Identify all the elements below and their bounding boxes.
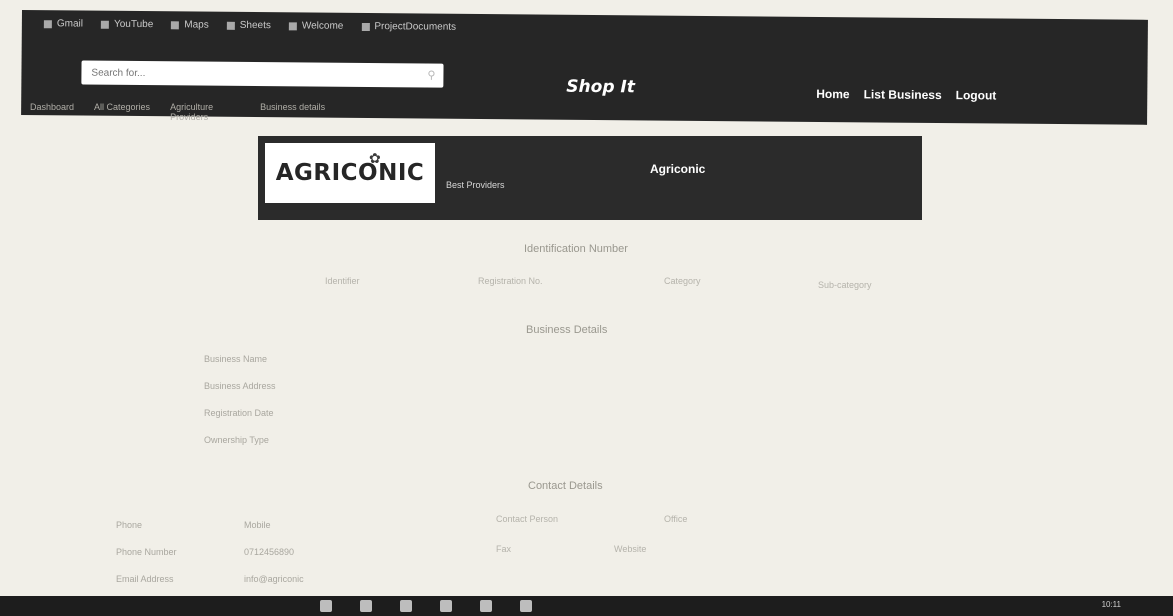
id-field: Sub-category bbox=[818, 280, 872, 290]
nav-list-business-link[interactable]: List Business bbox=[864, 87, 942, 102]
maps-icon bbox=[171, 20, 180, 29]
business-name: Agriconic bbox=[650, 162, 706, 176]
contact-section-title: Contact Details bbox=[528, 480, 603, 492]
search-input[interactable] bbox=[89, 66, 424, 83]
sprout-icon: ✿ bbox=[369, 150, 381, 166]
business-banner: AGRICONIC ✿ Best Providers Agriconic bbox=[258, 136, 922, 220]
contact-label-list: Phone Phone Number Email Address bbox=[116, 520, 177, 601]
contact-value-list: Mobile 0712456890 info@agriconic bbox=[244, 520, 304, 601]
contact-right-label: Office bbox=[664, 514, 688, 524]
site-brand[interactable]: Shop It bbox=[566, 77, 635, 98]
os-taskbar: 10:11 bbox=[0, 596, 1173, 616]
logo-text: AGRICONIC bbox=[275, 160, 425, 186]
id-field: Category bbox=[664, 276, 701, 286]
taskbar-clock: 10:11 bbox=[1101, 600, 1121, 609]
business-tagline: Best Providers bbox=[446, 180, 505, 190]
business-field-list: Business Name Business Address Registrat… bbox=[204, 354, 276, 462]
business-field-label: Business Name bbox=[204, 354, 268, 364]
contact-right-label: Website bbox=[614, 544, 647, 554]
contact-right-label: Fax bbox=[496, 544, 512, 554]
business-field-label: Registration Date bbox=[204, 408, 274, 418]
breadcrumb-item: Business details bbox=[260, 102, 326, 112]
sheets-icon bbox=[226, 21, 235, 30]
breadcrumb-item[interactable]: Dashboard bbox=[30, 102, 74, 122]
nav-home-link[interactable]: Home bbox=[816, 87, 849, 101]
identification-section-title: Identification Number bbox=[524, 243, 628, 255]
bookmark-project-documents[interactable]: ProjectDocuments bbox=[361, 21, 456, 33]
bookmark-gmail[interactable]: Gmail bbox=[43, 18, 83, 30]
contact-field-label: Phone Number bbox=[116, 547, 177, 557]
settings-icon[interactable] bbox=[520, 600, 532, 612]
taskbar-icons bbox=[320, 600, 532, 612]
business-field-label: Business Address bbox=[204, 381, 276, 391]
bookmark-sheets[interactable]: Sheets bbox=[226, 20, 271, 31]
contact-field-label: Phone bbox=[116, 520, 143, 530]
folder-icon[interactable] bbox=[440, 600, 452, 612]
folder-icon bbox=[361, 22, 370, 31]
search-icon[interactable] bbox=[360, 600, 372, 612]
business-section-title: Business Details bbox=[526, 324, 608, 336]
breadcrumb-item[interactable]: Agriculture Providers bbox=[170, 102, 240, 122]
contact-right-label: Contact Person bbox=[496, 514, 559, 524]
business-logo: AGRICONIC ✿ bbox=[265, 143, 435, 203]
id-field: Identifier bbox=[325, 276, 360, 286]
start-icon[interactable] bbox=[320, 600, 332, 612]
id-field: Registration No. bbox=[478, 276, 543, 286]
bookmarks-bar: Gmail YouTube Maps Sheets Welcome Projec… bbox=[43, 18, 456, 33]
search-bar: ⚲ bbox=[81, 60, 444, 88]
nav-logout-link[interactable]: Logout bbox=[956, 88, 997, 102]
search-icon[interactable]: ⚲ bbox=[427, 69, 435, 82]
mail-icon[interactable] bbox=[480, 600, 492, 612]
breadcrumb: Dashboard All Categories Agriculture Pro… bbox=[30, 102, 325, 122]
bookmark-maps[interactable]: Maps bbox=[171, 19, 209, 31]
browser-icon[interactable] bbox=[400, 600, 412, 612]
page-icon bbox=[288, 21, 297, 30]
contact-field-value: 0712456890 bbox=[244, 547, 295, 557]
business-field-label: Ownership Type bbox=[204, 435, 269, 445]
mail-icon bbox=[43, 19, 52, 28]
main-nav: Home List Business Logout bbox=[816, 87, 996, 103]
bookmark-welcome[interactable]: Welcome bbox=[288, 20, 343, 32]
breadcrumb-item[interactable]: All Categories bbox=[94, 102, 150, 122]
contact-field-value: Mobile bbox=[244, 520, 271, 530]
youtube-icon bbox=[100, 20, 110, 29]
bookmark-youtube[interactable]: YouTube bbox=[100, 19, 153, 30]
